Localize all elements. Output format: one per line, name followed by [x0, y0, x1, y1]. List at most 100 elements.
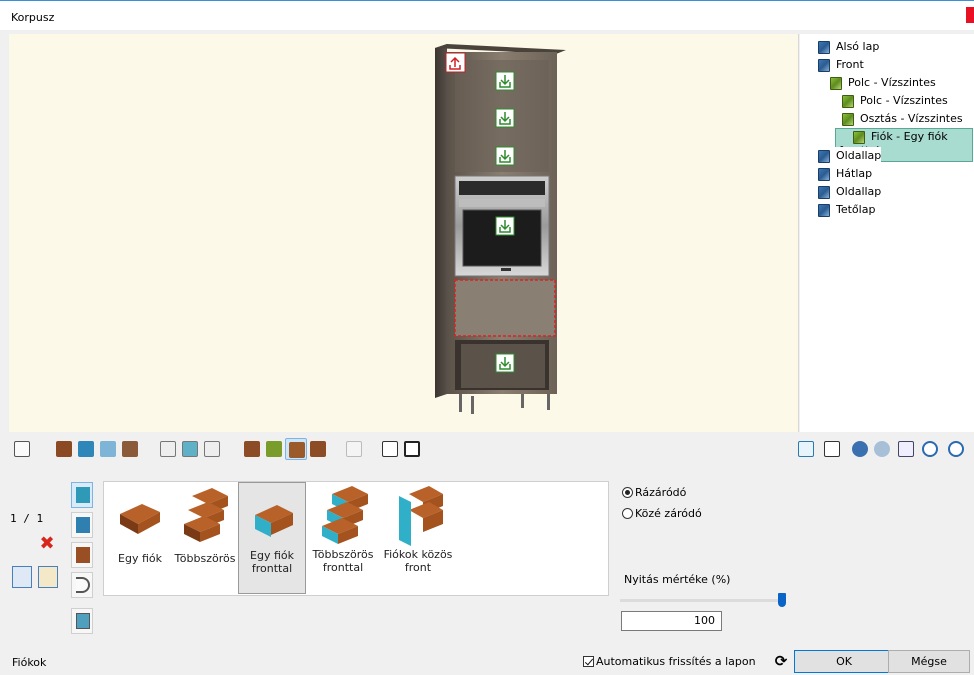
oven-control-panel	[459, 181, 545, 195]
gallery-item-label: Fiókok közös front	[383, 548, 453, 574]
zoom-out-button[interactable]	[945, 438, 967, 460]
copy-icon[interactable]	[12, 566, 32, 588]
gallery-item-drawer-with-front[interactable]: Egy fiók fronttal	[238, 482, 306, 594]
tree-item-label: Oldallap	[836, 149, 882, 162]
refresh-icon[interactable]: ⟳	[772, 652, 790, 670]
gallery-item-multiple-with-front[interactable]: Többszörös fronttal	[306, 482, 380, 594]
door-button[interactable]	[179, 438, 201, 460]
tree-item[interactable]: Tetőlap	[818, 201, 875, 219]
edit-button[interactable]	[379, 438, 401, 460]
single-drawer-icon	[120, 504, 160, 534]
drawer-category-icon	[76, 487, 90, 503]
cabinet-side-panel	[435, 44, 447, 398]
division-icon	[122, 441, 138, 457]
tree-item[interactable]: Alsó lap	[818, 38, 879, 56]
structure-tree[interactable]: Alsó lap Front Polc - Vízszintes Polc - …	[800, 34, 974, 432]
cube-icon	[824, 441, 840, 457]
box-blue-button[interactable]	[75, 438, 97, 460]
open-box-button[interactable]	[157, 438, 179, 460]
division-button[interactable]	[119, 438, 141, 460]
add-drawer-icon	[289, 442, 305, 458]
view-3d-button[interactable]	[821, 438, 843, 460]
undo-button[interactable]	[849, 438, 871, 460]
edit-icon	[382, 441, 398, 457]
add-shelf-icon	[244, 441, 260, 457]
frame-icon	[100, 441, 116, 457]
dimension-tool-button[interactable]	[11, 438, 33, 460]
opening-value-input[interactable]: 100	[621, 611, 722, 631]
category-front-button[interactable]	[71, 542, 93, 568]
gallery-item-single-drawer[interactable]: Egy fiók	[108, 482, 172, 594]
gallery-item-label: Egy fiók fronttal	[250, 549, 294, 575]
category-drawer-button[interactable]	[71, 482, 93, 508]
selected-drawer-outline	[454, 279, 556, 337]
door-icon	[182, 441, 198, 457]
title-bar: Korpusz	[0, 0, 974, 30]
move-button[interactable]	[795, 438, 817, 460]
add-shelf-button[interactable]	[241, 438, 263, 460]
multiple-drawers-front-icon	[322, 486, 368, 544]
tree-item[interactable]: Hátlap	[818, 165, 872, 183]
opening-slider-thumb[interactable]	[778, 593, 786, 607]
side-panel-button[interactable]	[53, 438, 75, 460]
add-component-button[interactable]	[307, 438, 329, 460]
cabinet-part-icon	[818, 58, 830, 72]
shelf-icon	[830, 76, 842, 90]
tree-item[interactable]: Polc - Vízszintes	[842, 92, 948, 110]
zoom-in-button[interactable]	[919, 438, 941, 460]
cabinet-part-icon	[818, 185, 830, 199]
tree-item[interactable]: Oldallap	[818, 147, 882, 165]
tree-item-label: Osztás - Vízszintes	[860, 112, 963, 125]
tree-item-label: Tetőlap	[836, 203, 876, 216]
paste-icon[interactable]	[38, 566, 58, 588]
gallery-item-common-front[interactable]: Fiókok közös front	[380, 482, 456, 594]
tree-item[interactable]: Front	[818, 56, 864, 74]
main-toolbar	[9, 434, 974, 464]
tree-item-label: Front	[836, 58, 864, 71]
delete-icon[interactable]: ✖	[38, 535, 56, 553]
status-label: Fiókok	[12, 656, 47, 669]
add-drawer-button[interactable]	[285, 438, 307, 460]
radio-overlay-closing[interactable]: Rázáródó	[622, 486, 686, 499]
legs-button[interactable]	[343, 438, 365, 460]
category-accessory-button[interactable]	[71, 608, 93, 634]
tree-item[interactable]: Oldallap	[818, 183, 881, 201]
tree-item-label: Hátlap	[836, 167, 873, 180]
window-title: Korpusz	[11, 11, 55, 24]
category-handle-button[interactable]	[71, 572, 93, 598]
empty-box-icon	[204, 441, 220, 457]
radio-inset-closing[interactable]: Közé záródó	[622, 507, 702, 520]
add-division-button[interactable]	[263, 438, 285, 460]
gallery-item-multiple[interactable]: Többszörös	[172, 482, 238, 594]
dimension-icon	[14, 441, 30, 457]
insert-icon	[495, 353, 515, 373]
oven-handle	[459, 199, 545, 207]
cabinet-drawing	[435, 44, 566, 414]
redo-button[interactable]	[871, 438, 893, 460]
drawer-type-gallery: Egy fiók Többszörös Egy fiók fronttal Tö…	[103, 481, 609, 596]
cabinet-part-icon	[818, 203, 830, 217]
box-frame-button[interactable]	[97, 438, 119, 460]
properties-button[interactable]	[895, 438, 917, 460]
category-box-button[interactable]	[71, 512, 93, 538]
save-button[interactable]	[401, 438, 423, 460]
empty-box-button[interactable]	[201, 438, 223, 460]
ok-button[interactable]: OK	[794, 650, 894, 673]
shelf-icon	[842, 94, 854, 108]
radio-dot	[622, 508, 633, 519]
tree-item-label: Alsó lap	[836, 40, 880, 53]
cabinet-part-icon	[818, 149, 830, 163]
cabinet-leg	[471, 396, 474, 414]
tree-item[interactable]: Polc - Vízszintes	[830, 74, 936, 92]
cabinet-part-icon	[818, 167, 830, 181]
close-button[interactable]	[966, 7, 974, 23]
auto-refresh-checkbox[interactable]: Automatikus frissítés a lapon	[583, 655, 756, 668]
gallery-item-label: Többszörös fronttal	[312, 548, 374, 574]
opening-slider-track[interactable]	[620, 599, 784, 602]
add-division-icon	[266, 441, 282, 457]
cabinet-viewport[interactable]	[9, 34, 799, 432]
insert-icon	[495, 108, 515, 128]
handle-category-icon	[76, 577, 90, 593]
cancel-button[interactable]: Mégse	[888, 650, 970, 673]
tree-item[interactable]: Osztás - Vízszintes	[842, 110, 963, 128]
